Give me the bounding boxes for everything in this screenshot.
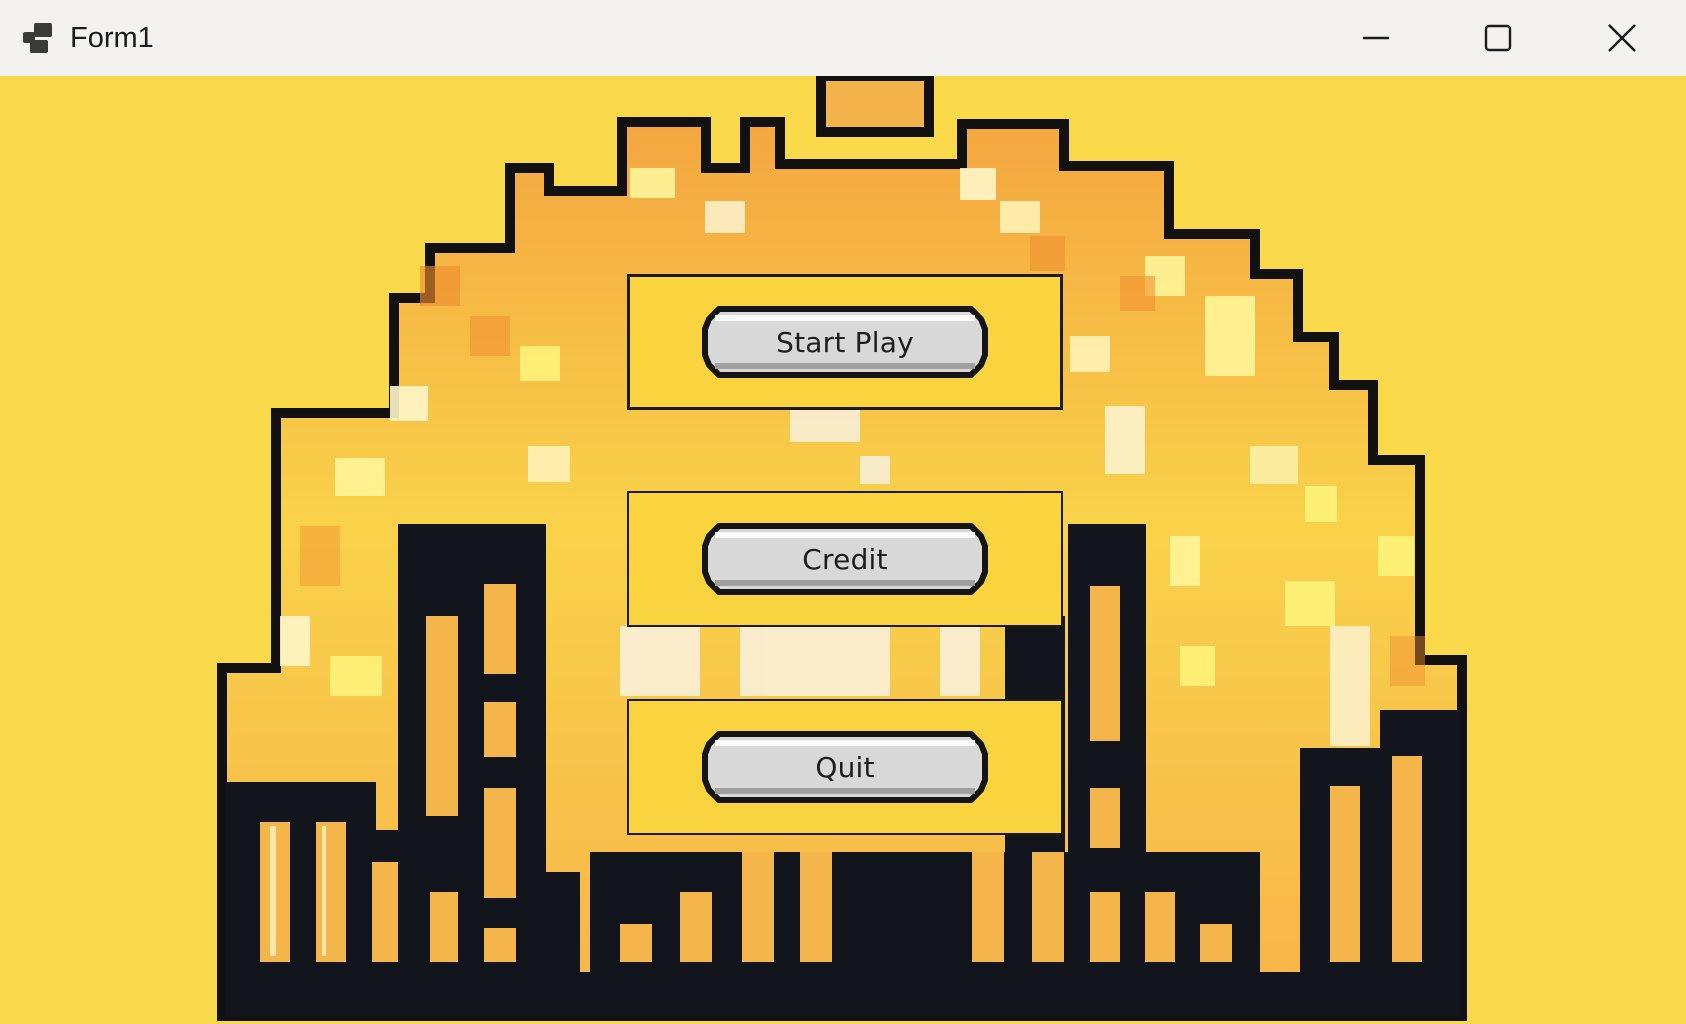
- minimize-icon: [1363, 36, 1389, 40]
- credit-button[interactable]: Credit: [701, 522, 989, 596]
- close-icon: [1608, 24, 1636, 52]
- maximize-button[interactable]: [1438, 0, 1558, 76]
- quit-label: Quit: [815, 750, 875, 784]
- close-button[interactable]: [1562, 0, 1682, 76]
- minimize-button[interactable]: [1316, 0, 1436, 76]
- start-play-label: Start Play: [776, 325, 914, 359]
- credit-label: Credit: [802, 542, 888, 576]
- form-client-area: Start Play Credit Quit: [0, 76, 1686, 1024]
- start-play-button[interactable]: Start Play: [701, 305, 989, 379]
- quit-panel: Quit: [627, 699, 1063, 835]
- start-play-panel: Start Play: [627, 274, 1063, 410]
- form-window: Form1 Start Play Credit Quit: [0, 0, 1686, 1024]
- window-title: Form1: [70, 22, 154, 54]
- app-window-icon: [23, 23, 52, 53]
- quit-button[interactable]: Quit: [701, 730, 989, 804]
- credit-panel: Credit: [627, 491, 1063, 627]
- maximize-icon: [1484, 24, 1512, 52]
- title-bar[interactable]: Form1: [0, 0, 1686, 76]
